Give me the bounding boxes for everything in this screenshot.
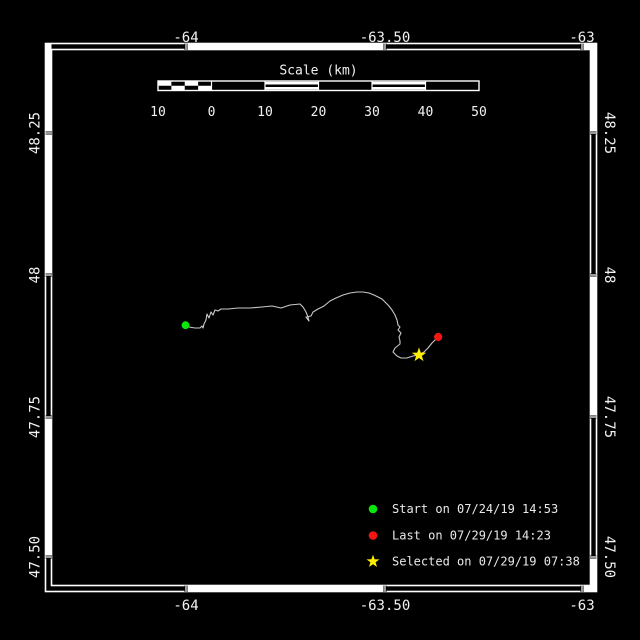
last-legend-icon	[368, 531, 378, 540]
legend-row-last: Last on 07/29/19 14:23	[368, 529, 551, 543]
scale-bar-label: 10	[257, 105, 273, 120]
x-axis-label-bottom: -64	[173, 598, 198, 614]
scale-bar: Scale (km) 10 0 10 20 30 40 50	[150, 64, 487, 121]
y-axis-label-left: 48.25	[28, 112, 44, 154]
tracking-map-screen: -64 -64 -63.50 -63.50 -63 -63 48.25 48.25 48 48 4…	[0, 0, 640, 640]
scale-checker-cell	[158, 81, 172, 86]
y-axis-label-left: 47.75	[28, 396, 44, 438]
start-legend-icon	[368, 504, 378, 514]
scale-checker-cell	[171, 85, 185, 91]
map-plot: -64 -64 -63.50 -63.50 -63 -63 48.25 48.25 48 48 4…	[28, 30, 618, 614]
scale-bar-label: 40	[418, 105, 434, 120]
zebra-segment	[46, 417, 52, 557]
scale-checker-cell	[184, 81, 199, 86]
x-axis-label-bottom: -63	[569, 598, 594, 614]
x-axis-label-top: -63.50	[360, 30, 411, 46]
legend: Start on 07/24/19 14:53 Last on 07/29/19…	[366, 502, 580, 569]
legend-row-selected: Selected on 07/29/19 07:38	[366, 554, 580, 569]
y-axis-label-left: 47.50	[28, 536, 44, 578]
scale-bar-label: 20	[311, 105, 327, 120]
scale-bar-title: Scale (km)	[279, 64, 357, 79]
legend-start-label: Start on 07/24/19 14:53	[392, 502, 558, 516]
scale-bar-labels: 10 0 10 20 30 40 50	[150, 105, 487, 120]
scale-stripe	[265, 81, 319, 85]
y-axis-label-right: 47.50	[601, 536, 617, 578]
legend-last-label: Last on 07/29/19 14:23	[392, 529, 551, 543]
scale-bar-label: 0	[208, 105, 216, 120]
x-axis-label-top: -63	[569, 30, 594, 46]
zebra-segment	[591, 557, 597, 592]
scale-bar-cells	[158, 81, 427, 91]
start-marker	[181, 321, 190, 330]
y-axis-label-left: 48	[28, 267, 44, 284]
y-axis-label-right: 48	[601, 267, 617, 284]
x-axis-label-top: -64	[173, 30, 198, 46]
scale-bar-label: 30	[364, 105, 380, 120]
y-axis-label-right: 48.25	[601, 112, 617, 154]
zebra-segment	[46, 44, 52, 275]
zebra-segment	[186, 44, 385, 50]
scale-checker-cell	[198, 85, 212, 91]
scale-stripe	[265, 87, 319, 90]
track-path	[184, 291, 439, 359]
y-axis-label-right: 47.75	[601, 396, 617, 438]
scale-bar-label: 10	[150, 105, 166, 120]
selected-legend-star-icon	[366, 554, 380, 567]
zebra-segment	[591, 44, 597, 133]
scale-stripe	[372, 81, 426, 85]
selected-marker	[411, 347, 427, 362]
scale-stripe	[372, 87, 426, 90]
legend-row-start: Start on 07/24/19 14:53	[368, 502, 558, 516]
x-axis-label-bottom: -63.50	[360, 598, 411, 614]
zebra-segment	[186, 586, 386, 592]
legend-selected-label: Selected on 07/29/19 07:38	[392, 555, 580, 569]
zebra-segment	[591, 275, 597, 417]
x-axis-labels: -64 -64 -63.50 -63.50 -63 -63	[173, 30, 594, 614]
last-marker	[434, 332, 443, 342]
scale-bar-label: 50	[471, 105, 487, 120]
